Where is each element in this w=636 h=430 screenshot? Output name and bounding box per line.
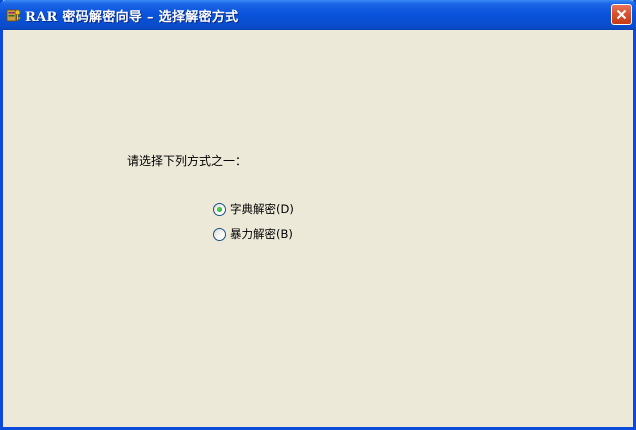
close-icon [616, 9, 627, 20]
radio-selected-icon[interactable] [213, 202, 226, 216]
dictionary-decrypt-label[interactable]: 字典解密(D) [230, 201, 294, 217]
close-button[interactable] [611, 4, 632, 25]
window-title: RAR 密码解密向导 – 选择解密方式 [25, 10, 239, 25]
radio-dot [217, 206, 222, 212]
wizard-window: RAR 密码解密向导 – 选择解密方式 请选择下列方式之一： 字典解密(D) 暴… [0, 0, 636, 430]
title-bar[interactable]: RAR 密码解密向导 – 选择解密方式 [0, 0, 636, 30]
dictionary-decrypt-radio[interactable]: 字典解密(D) [213, 201, 294, 217]
radio-unselected-icon[interactable] [213, 227, 226, 241]
choose-method-prompt: 请选择下列方式之一： [127, 154, 248, 168]
brute-force-decrypt-radio[interactable]: 暴力解密(B) [213, 226, 293, 242]
rar-key-app-icon [6, 7, 22, 23]
brute-force-decrypt-label[interactable]: 暴力解密(B) [230, 226, 293, 242]
